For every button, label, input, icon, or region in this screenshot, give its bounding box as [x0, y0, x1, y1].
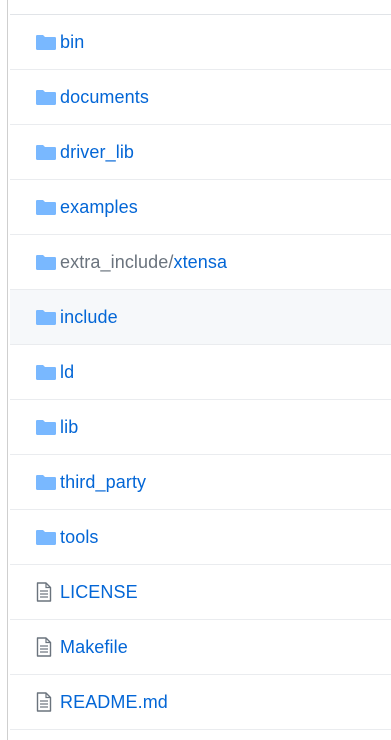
- file-list: bin documents driver_lib examples extra_: [10, 15, 391, 730]
- list-item-include[interactable]: include: [10, 290, 391, 345]
- entry-name[interactable]: LICENSE: [60, 582, 138, 603]
- list-item-ld[interactable]: ld: [10, 345, 391, 400]
- entry-name[interactable]: README.md: [60, 692, 168, 713]
- file-browser: bin documents driver_lib examples extra_: [0, 0, 391, 740]
- folder-icon: [36, 362, 56, 382]
- entry-path-prefix[interactable]: extra_include/: [60, 252, 173, 272]
- list-item-tools[interactable]: tools: [10, 510, 391, 565]
- folder-icon: [36, 472, 56, 492]
- entry-name[interactable]: include: [60, 307, 118, 328]
- entry-name[interactable]: extra_include/xtensa: [60, 252, 227, 273]
- entry-name[interactable]: documents: [60, 87, 149, 108]
- folder-icon: [36, 32, 56, 52]
- entry-name[interactable]: ld: [60, 362, 74, 383]
- list-item-license[interactable]: LICENSE: [10, 565, 391, 620]
- entry-name[interactable]: examples: [60, 197, 138, 218]
- folder-icon: [36, 527, 56, 547]
- folder-icon: [36, 87, 56, 107]
- entry-path-tail[interactable]: xtensa: [173, 252, 227, 272]
- file-text-icon: [36, 637, 56, 657]
- folder-icon: [36, 307, 56, 327]
- window-edge: [0, 0, 8, 740]
- file-text-icon: [36, 692, 56, 712]
- list-item-driver-lib[interactable]: driver_lib: [10, 125, 391, 180]
- folder-icon: [36, 417, 56, 437]
- list-item-extra-include-xtensa[interactable]: extra_include/xtensa: [10, 235, 391, 290]
- folder-icon: [36, 142, 56, 162]
- list-item-lib[interactable]: lib: [10, 400, 391, 455]
- list-item-documents[interactable]: documents: [10, 70, 391, 125]
- list-item-readme[interactable]: README.md: [10, 675, 391, 730]
- folder-icon: [36, 197, 56, 217]
- entry-name[interactable]: tools: [60, 527, 99, 548]
- folder-icon: [36, 252, 56, 272]
- list-item-third-party[interactable]: third_party: [10, 455, 391, 510]
- list-item-bin[interactable]: bin: [10, 15, 391, 70]
- entry-name[interactable]: bin: [60, 32, 84, 53]
- list-item-examples[interactable]: examples: [10, 180, 391, 235]
- file-text-icon: [36, 582, 56, 602]
- list-item-makefile[interactable]: Makefile: [10, 620, 391, 675]
- entry-name[interactable]: lib: [60, 417, 78, 438]
- entry-name[interactable]: third_party: [60, 472, 146, 493]
- entry-name[interactable]: driver_lib: [60, 142, 134, 163]
- entry-name[interactable]: Makefile: [60, 637, 128, 658]
